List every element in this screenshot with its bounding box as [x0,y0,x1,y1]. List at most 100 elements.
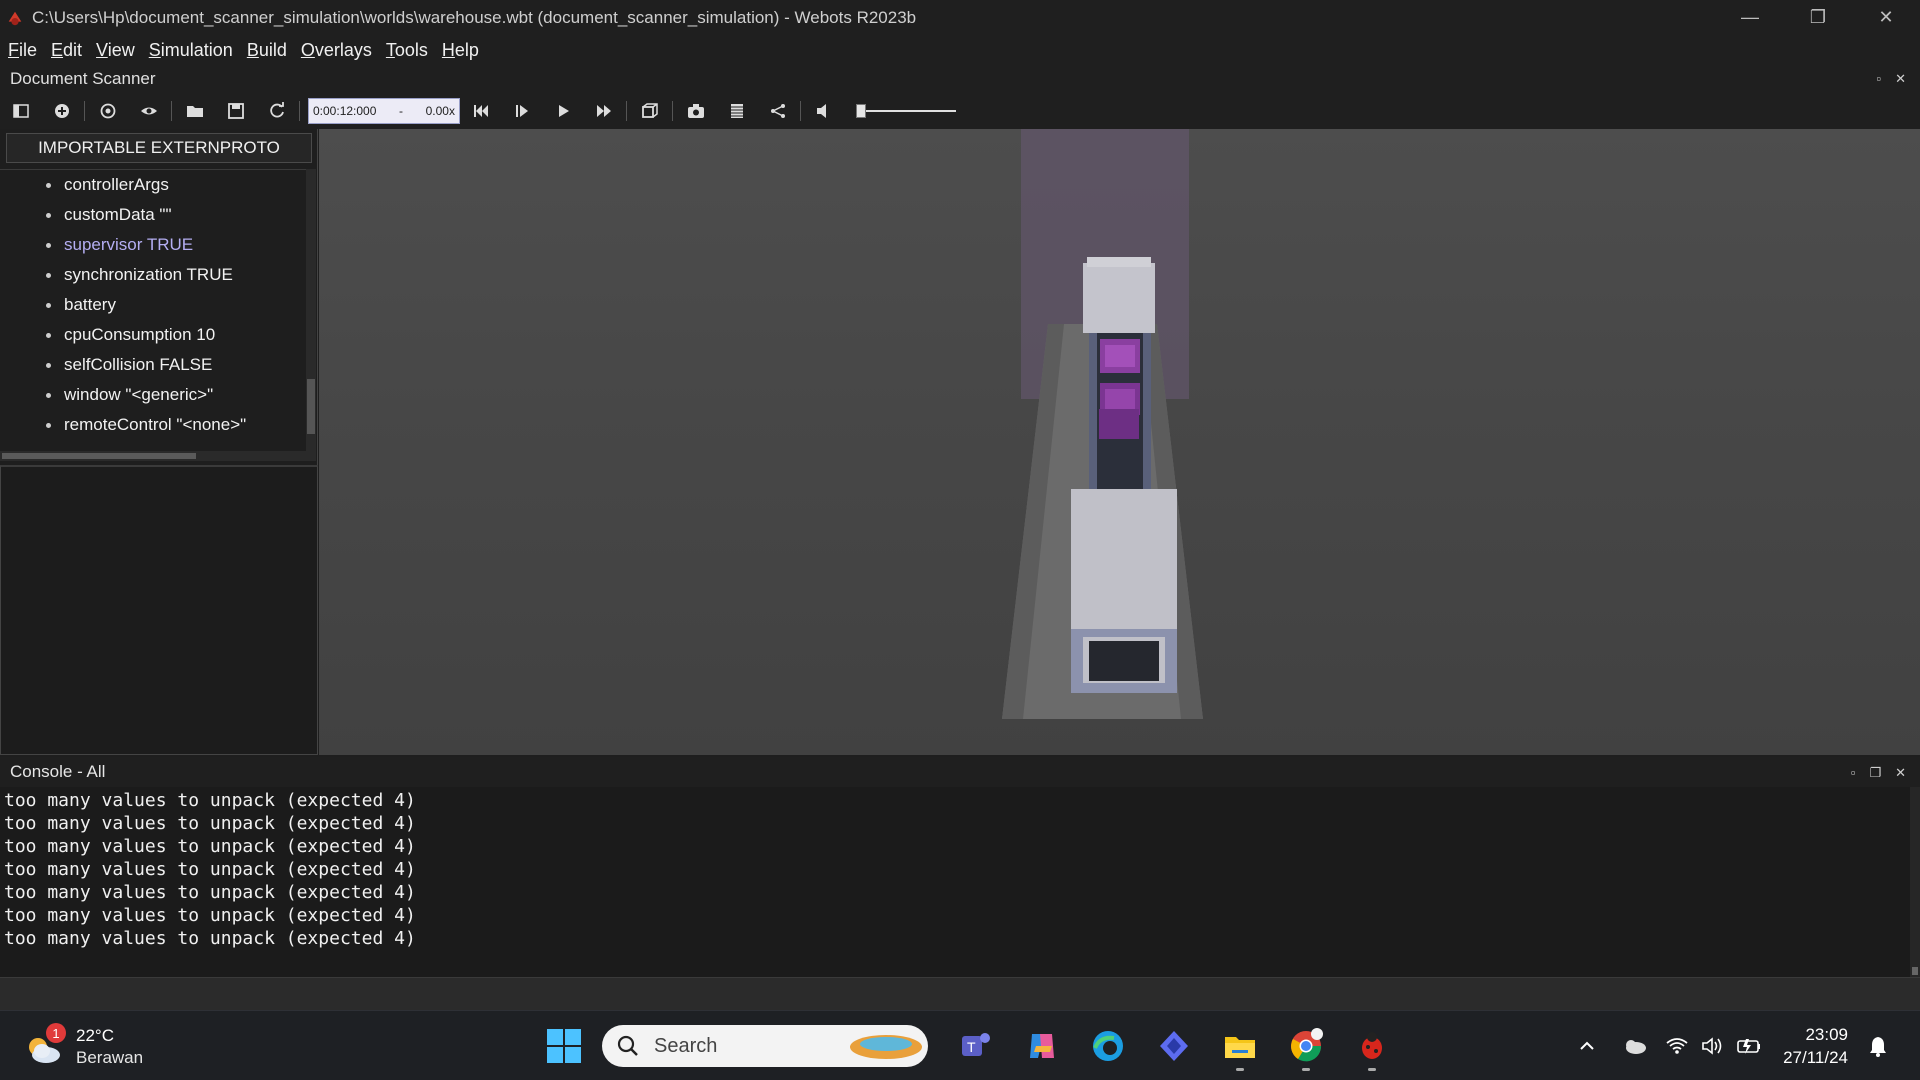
play-button[interactable] [542,93,583,129]
chrome-app[interactable] [1278,1021,1334,1071]
console-line: too many values to unpack (expected 4) [4,905,416,926]
teams-app[interactable]: T [948,1021,1004,1071]
notifications-button[interactable] [1860,1028,1896,1064]
volume-tray[interactable] [1695,1028,1731,1064]
fast-forward-button[interactable] [583,93,624,129]
battery-tray[interactable] [1731,1028,1767,1064]
edge-app[interactable] [1080,1021,1136,1071]
chrome-icon [1291,1028,1323,1062]
volume-slider[interactable] [856,101,956,121]
add-node-button[interactable] [41,93,82,129]
console-close-button[interactable]: ✕ [1895,765,1906,781]
film-icon [730,104,743,118]
start-button[interactable] [536,1021,592,1071]
step-button[interactable] [501,93,542,129]
volume-knob[interactable] [856,104,866,118]
teams-icon: T [962,1033,990,1056]
near-scanner-opening [1089,641,1159,681]
simulation-speed: 0.00x [425,104,455,118]
onedrive-tray[interactable] [1617,1028,1653,1064]
folder-icon [1225,1037,1255,1058]
battery-icon [1737,1039,1761,1054]
field-editor-panel [0,465,318,755]
scrollbar-thumb[interactable] [307,379,315,434]
menu-file[interactable]: File [8,40,37,61]
importable-externproto-button[interactable]: IMPORTABLE EXTERNPROTO [6,133,312,163]
tree-item-controller-args[interactable]: controllerArgs [0,170,306,200]
fast-forward-icon [596,105,611,117]
menu-help[interactable]: Help [442,40,479,61]
restore-button[interactable]: ❐ [1784,0,1852,35]
reset-view-button[interactable] [87,93,128,129]
menu-view[interactable]: View [96,40,135,61]
console-scrollbar[interactable] [1910,787,1920,977]
document-1-highlight [1105,345,1135,367]
menu-build[interactable]: Build [247,40,287,61]
save-world-button[interactable] [215,93,256,129]
minimize-button[interactable]: — [1716,0,1784,35]
title-bar: C:\Users\Hp\document_scanner_simulation\… [0,0,1920,35]
show-hidden-icons-button[interactable] [1569,1028,1605,1064]
menu-overlays[interactable]: Overlays [301,40,372,61]
document-3 [1099,409,1139,439]
copilot-app[interactable] [1014,1021,1070,1071]
share-button[interactable] [757,93,798,129]
menu-simulation[interactable]: Simulation [149,40,233,61]
scene-tree-horizontal-scrollbar[interactable] [0,451,316,461]
console-output[interactable]: too many values to unpack (expected 4) t… [0,787,1910,977]
taskbar-clock[interactable]: 23:09 27/11/24 [1783,1023,1848,1069]
menu-tools[interactable]: Tools [386,40,428,61]
running-indicator [1302,1068,1310,1071]
tree-item-synchronization[interactable]: synchronization TRUE [0,260,306,290]
console-float-button[interactable]: ▫ [1851,765,1856,781]
volume-track [856,110,956,112]
reset-simulation-button[interactable] [460,93,501,129]
simulation-time: 0:00:12:000 [313,104,377,118]
mute-button[interactable] [803,93,844,129]
running-indicator [1368,1068,1376,1071]
scrollbar-thumb[interactable] [1912,967,1918,975]
search-icon [617,1035,638,1056]
chevron-up-icon [1580,1041,1594,1050]
close-button[interactable]: ✕ [1852,0,1920,35]
wifi-tray[interactable] [1659,1028,1695,1064]
share-icon [770,104,785,118]
view-button[interactable] [128,93,169,129]
rendering-button[interactable] [629,93,670,129]
open-world-button[interactable] [174,93,215,129]
toggle-scene-tree-button[interactable] [0,93,41,129]
panel-toggle-icon [12,104,29,118]
skip-back-icon [473,105,488,117]
status-area [0,977,1920,1010]
webots-app[interactable] [1344,1021,1400,1071]
weather-widget[interactable]: 1 22°C Berawan [24,1023,143,1069]
record-movie-button[interactable] [716,93,757,129]
dock-close-button[interactable]: ✕ [1895,71,1906,87]
tree-item-remote-control[interactable]: remoteControl "<none>" [0,410,306,440]
tree-item-window[interactable]: window "<generic>" [0,380,306,410]
tree-item-battery[interactable]: battery [0,290,306,320]
tree-item-self-collision[interactable]: selfCollision FALSE [0,350,306,380]
webots-app-icon [8,11,22,25]
3d-viewport[interactable] [319,129,1920,755]
running-indicator [1236,1068,1244,1071]
menu-edit[interactable]: Edit [51,40,82,61]
tree-item-custom-data[interactable]: customData "" [0,200,306,230]
tree-item-supervisor[interactable]: supervisor TRUE [0,230,306,260]
screenshot-button[interactable] [675,93,716,129]
tree-item-cpu-consumption[interactable]: cpuConsumption 10 [0,320,306,350]
console-line: too many values to unpack (expected 4) [4,836,416,857]
power-automate-app[interactable] [1146,1021,1202,1071]
dock-float-button[interactable]: ▫ [1876,71,1881,87]
scrollbar-thumb[interactable] [2,453,196,459]
window-title: C:\Users\Hp\document_scanner_simulation\… [32,7,917,27]
taskbar-search[interactable]: Search [602,1025,928,1067]
copilot-icon [1030,1034,1054,1058]
reload-world-button[interactable] [256,93,297,129]
warehouse-scene [1002,129,1203,719]
console-restore-button[interactable]: ❐ [1869,765,1881,781]
windows-taskbar: 1 22°C Berawan Search T 23:09 27/11/24 [0,1010,1920,1080]
scene-tree-vertical-scrollbar[interactable] [306,169,316,459]
file-explorer-app[interactable] [1212,1021,1268,1071]
system-tray: 23:09 27/11/24 [1569,1011,1920,1080]
